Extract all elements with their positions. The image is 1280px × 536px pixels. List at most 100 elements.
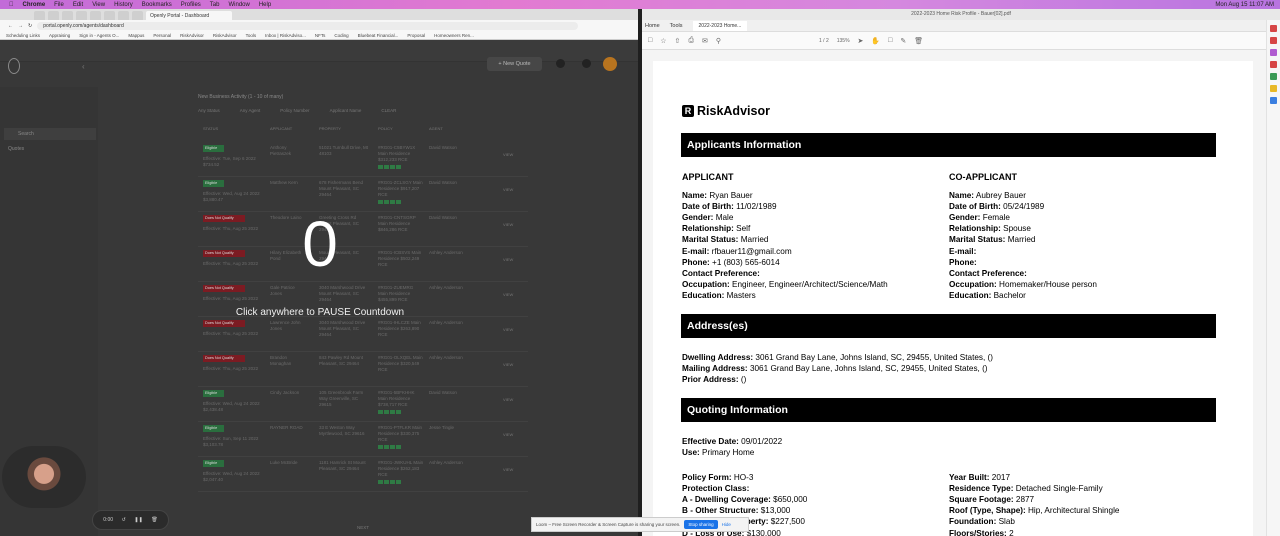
export-pdf-icon[interactable] — [1270, 25, 1277, 32]
bookmark[interactable]: Homeowners Ren... — [434, 33, 474, 38]
chat-icon[interactable] — [582, 59, 591, 68]
view-button[interactable]: VIEW — [503, 187, 513, 192]
bookmark[interactable]: Proposal — [407, 33, 425, 38]
zoom-level[interactable]: 135% — [837, 38, 850, 44]
openly-logo[interactable] — [8, 58, 20, 74]
restart-icon[interactable]: ↺ — [122, 517, 126, 523]
trash-icon[interactable]: 🗑 — [151, 517, 157, 523]
tab[interactable] — [90, 11, 101, 20]
pause-countdown-hint[interactable]: Click anywhere to PAUSE Countdown — [180, 307, 460, 318]
save-icon[interactable]: □ — [648, 37, 652, 44]
menu-item[interactable]: Help — [259, 2, 271, 8]
menu-item[interactable]: Window — [228, 2, 249, 8]
bookmark[interactable]: Inbox | RiskAdviso... — [265, 33, 306, 38]
table-row[interactable]: Eligible Effective: Wed, Aug 24 2022 $2,43… — [198, 387, 528, 422]
page-indicator[interactable]: 1 / 2 — [819, 38, 829, 44]
table-row[interactable]: Eligible Effective: Wed, Aug 24 2022 $3,88… — [198, 177, 528, 212]
pen-icon[interactable]: ✎ — [900, 37, 906, 45]
menu-item[interactable]: Tab — [210, 2, 220, 8]
bookmark[interactable]: Coding — [334, 33, 348, 38]
url-field[interactable]: portal.openly.com/agents/dashboard — [37, 21, 578, 30]
countdown-number[interactable]: 0 — [180, 209, 460, 279]
view-button[interactable]: VIEW — [503, 222, 513, 227]
view-button[interactable]: VIEW — [503, 327, 513, 332]
tab-document[interactable]: 2022-2023 Home... — [692, 20, 748, 31]
tab[interactable] — [48, 11, 59, 20]
trash-icon[interactable]: 🗑 — [914, 37, 923, 45]
bookmark[interactable]: RiskAdvisor — [180, 33, 204, 38]
table-row[interactable]: Does Not Qualify Effective: Thu, Aug 25 2… — [198, 352, 528, 387]
bookmark[interactable]: Appraising — [49, 33, 70, 38]
hand-icon[interactable]: ✋ — [871, 37, 880, 45]
new-quote-button[interactable]: + New Quote — [487, 57, 542, 71]
cursor-icon[interactable]: ➤ — [858, 37, 864, 45]
tab[interactable] — [104, 11, 115, 20]
zoom-search-icon[interactable]: ⚲ — [716, 37, 721, 45]
tab[interactable] — [118, 11, 129, 20]
print-icon[interactable]: ⎙ — [688, 37, 694, 45]
view-button[interactable]: VIEW — [503, 292, 513, 297]
tab-home[interactable]: Home — [645, 23, 660, 29]
apple-icon[interactable]:  — [9, 2, 14, 8]
combine-icon[interactable] — [1270, 61, 1277, 68]
tab-tools[interactable]: Tools — [670, 23, 683, 29]
forward-icon[interactable]: → — [18, 23, 23, 29]
bookmark-star-icon[interactable]: ☆ — [660, 37, 666, 45]
collapse-sidebar-icon[interactable]: ‹ — [82, 62, 85, 71]
bookmark[interactable]: Sign in - Agents O... — [79, 33, 119, 38]
protect-icon[interactable] — [1270, 97, 1277, 104]
table-row[interactable]: Eligible Effective: Sun, Sep 11 2022 $3,10… — [198, 422, 528, 457]
bookmark[interactable]: Tools — [246, 33, 257, 38]
tab[interactable] — [132, 11, 143, 20]
table-row[interactable]: Eligible Effective: Tue, Sep 6 2022 $734.5… — [198, 142, 528, 177]
sidebar-item-quotes[interactable]: Quotes — [8, 146, 24, 152]
menu-item[interactable]: Profiles — [181, 2, 201, 8]
webcam-bubble[interactable] — [2, 446, 86, 508]
create-pdf-icon[interactable] — [1270, 37, 1277, 44]
agent-filter[interactable]: Any Agent — [240, 108, 261, 113]
menu-item[interactable]: History — [114, 2, 133, 8]
policy-number-filter[interactable]: Policy Number — [280, 108, 309, 113]
pause-icon[interactable]: ❚❚ — [134, 517, 142, 523]
table-row[interactable]: Does Not Qualify Effective: Thu, Aug 25 2… — [198, 317, 528, 352]
back-icon[interactable]: ← — [8, 23, 13, 29]
email-icon[interactable]: ✉ — [702, 37, 708, 45]
active-tab[interactable]: Openly Portal - Dashboard — [146, 11, 232, 20]
view-button[interactable]: VIEW — [503, 397, 513, 402]
reload-icon[interactable]: ↻ — [28, 23, 32, 29]
view-button[interactable]: VIEW — [503, 432, 513, 437]
menu-item[interactable]: Edit — [73, 2, 83, 8]
bookmark[interactable]: Scheduling Links — [6, 33, 40, 38]
bookmark[interactable]: NFTs — [315, 33, 326, 38]
bookmark[interactable]: Mappus — [128, 33, 144, 38]
comment-tool-icon[interactable] — [1270, 85, 1277, 92]
menu-app-name[interactable]: Chrome — [23, 2, 46, 8]
bookmark[interactable]: Personal — [153, 33, 171, 38]
hide-banner-button[interactable]: Hide — [722, 522, 731, 527]
avatar[interactable] — [603, 57, 617, 71]
bookmark[interactable]: RiskAdvisor — [213, 33, 237, 38]
help-icon[interactable] — [556, 59, 565, 68]
upload-icon[interactable]: ⇧ — [675, 37, 681, 45]
edit-pdf-icon[interactable] — [1270, 49, 1277, 56]
tab[interactable] — [76, 11, 87, 20]
menu-item[interactable]: View — [92, 2, 105, 8]
comment-icon[interactable]: □ — [888, 37, 892, 44]
applicant-name-filter[interactable]: Applicant Name — [330, 108, 362, 113]
view-button[interactable]: VIEW — [503, 362, 513, 367]
tab[interactable] — [34, 11, 45, 20]
table-row[interactable]: Eligible Effective: Wed, Aug 24 2022 $2,04… — [198, 457, 528, 492]
view-button[interactable]: VIEW — [503, 257, 513, 262]
status-filter[interactable]: Any Status — [198, 108, 220, 113]
clear-button[interactable]: CLEAR — [381, 108, 396, 113]
view-button[interactable]: VIEW — [503, 152, 513, 157]
next-page-button[interactable]: NEXT — [357, 525, 369, 530]
stop-sharing-button[interactable]: Stop sharing — [684, 520, 718, 529]
menu-item[interactable]: File — [54, 2, 64, 8]
organize-icon[interactable] — [1270, 73, 1277, 80]
search-input[interactable]: Search — [4, 128, 96, 140]
bookmark[interactable]: Bluebeat Financial... — [358, 33, 399, 38]
menu-item[interactable]: Bookmarks — [142, 2, 172, 8]
view-button[interactable]: VIEW — [503, 467, 513, 472]
tab[interactable] — [62, 11, 73, 20]
